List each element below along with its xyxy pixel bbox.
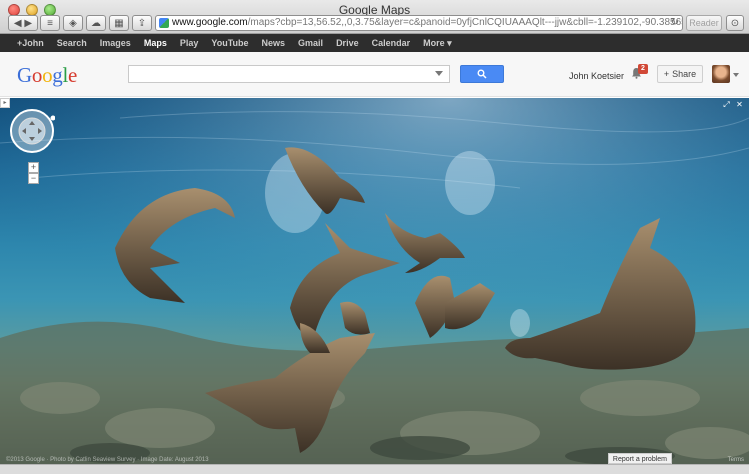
reading-list-button[interactable]: ◈ (63, 15, 83, 31)
view-controls: ⤢ ✕ (722, 100, 744, 109)
expand-icon[interactable]: ⤢ (722, 100, 731, 109)
chevron-down-icon[interactable] (435, 71, 443, 76)
search-button[interactable] (460, 65, 504, 83)
chevron-down-icon[interactable] (733, 73, 739, 77)
google-bar: +John Search Images Maps Play YouTube Ne… (0, 34, 749, 52)
search-icon (477, 69, 487, 79)
gbar-item-drive[interactable]: Drive (336, 38, 359, 48)
reader-button[interactable]: Reader (686, 15, 722, 31)
layers-icon: ≡ (47, 17, 53, 29)
copyright-text: ©2013 Google · Photo by Catlin Seaview S… (6, 457, 209, 463)
street-view-panorama[interactable]: ▸ + − ⤢ ✕ ©2013 Google · Photo by Catlin… (0, 98, 749, 464)
avatar[interactable] (712, 65, 730, 83)
gbar-item-images[interactable]: Images (100, 38, 131, 48)
window-bottom-edge (0, 464, 749, 474)
logo-letter: e (68, 63, 78, 87)
gbar-item-play[interactable]: Play (180, 38, 199, 48)
maps-search-input[interactable] (128, 65, 450, 83)
favicon-icon (159, 18, 169, 28)
gbar-item-maps[interactable]: Maps (144, 38, 167, 48)
gbar-item-search[interactable]: Search (57, 38, 87, 48)
gbar-item-youtube[interactable]: YouTube (211, 38, 248, 48)
url-path: /maps?cbp=13,56.52,,0,3.75&layer=c&panoi… (247, 17, 682, 28)
gbar-item-plus-john[interactable]: +John (17, 38, 44, 48)
logo-letter: g (52, 63, 63, 87)
pan-control[interactable] (9, 108, 55, 154)
browser-titlebar: Google Maps ◀ ▶ ≡ ◈ ☁ ▦ ⇪ www.google.com… (0, 0, 749, 34)
sidebar-button[interactable]: ≡ (40, 15, 60, 31)
top-sites-button[interactable]: ▦ (109, 15, 129, 31)
plus-icon: + (663, 69, 670, 79)
user-name-link[interactable]: John Koetsier (569, 71, 624, 81)
gbar-item-gmail[interactable]: Gmail (298, 38, 323, 48)
url-host: www.google.com (172, 17, 248, 28)
gbar-item-more[interactable]: More ▾ (423, 38, 452, 49)
grid-icon: ▦ (114, 17, 124, 29)
zoom-in-button[interactable]: + (28, 162, 39, 173)
logo-letter: o (31, 63, 43, 87)
download-icon: ⊙ (730, 17, 740, 29)
logo-letter: o (42, 63, 53, 87)
downloads-button[interactable]: ⊙ (726, 15, 744, 31)
cloud-icon: ☁ (91, 17, 101, 29)
gbar-item-news[interactable]: News (262, 38, 286, 48)
terms-link[interactable]: Terms (728, 457, 744, 463)
gplus-share-button[interactable]: + Share (657, 65, 703, 83)
share-label: Share (672, 69, 697, 79)
close-icon[interactable]: ✕ (735, 100, 744, 109)
stack-icon: ◈ (69, 17, 77, 29)
google-logo[interactable]: Google (17, 63, 77, 88)
chevron-right-icon[interactable]: ▶ (24, 18, 32, 29)
gbar-item-calendar[interactable]: Calendar (372, 38, 411, 48)
address-bar[interactable]: www.google.com/maps?cbp=13,56.52,,0,3.75… (155, 15, 683, 31)
panel-toggle-icon[interactable]: ▸ (0, 98, 10, 108)
report-problem-link[interactable]: Report a problem (607, 453, 672, 464)
zoom-out-button[interactable]: − (28, 173, 39, 184)
reload-icon[interactable]: ↻ (671, 16, 679, 30)
share-icon: ⇪ (137, 17, 147, 29)
icloud-tabs-button[interactable]: ☁ (86, 15, 106, 31)
back-forward-buttons[interactable]: ◀ ▶ (8, 15, 38, 31)
underwater-photo[interactable] (0, 98, 749, 464)
share-page-button[interactable]: ⇪ (132, 15, 152, 31)
logo-letter: G (17, 63, 32, 87)
notification-count-badge[interactable]: 2 (638, 64, 648, 74)
chevron-left-icon[interactable]: ◀ (14, 18, 22, 29)
